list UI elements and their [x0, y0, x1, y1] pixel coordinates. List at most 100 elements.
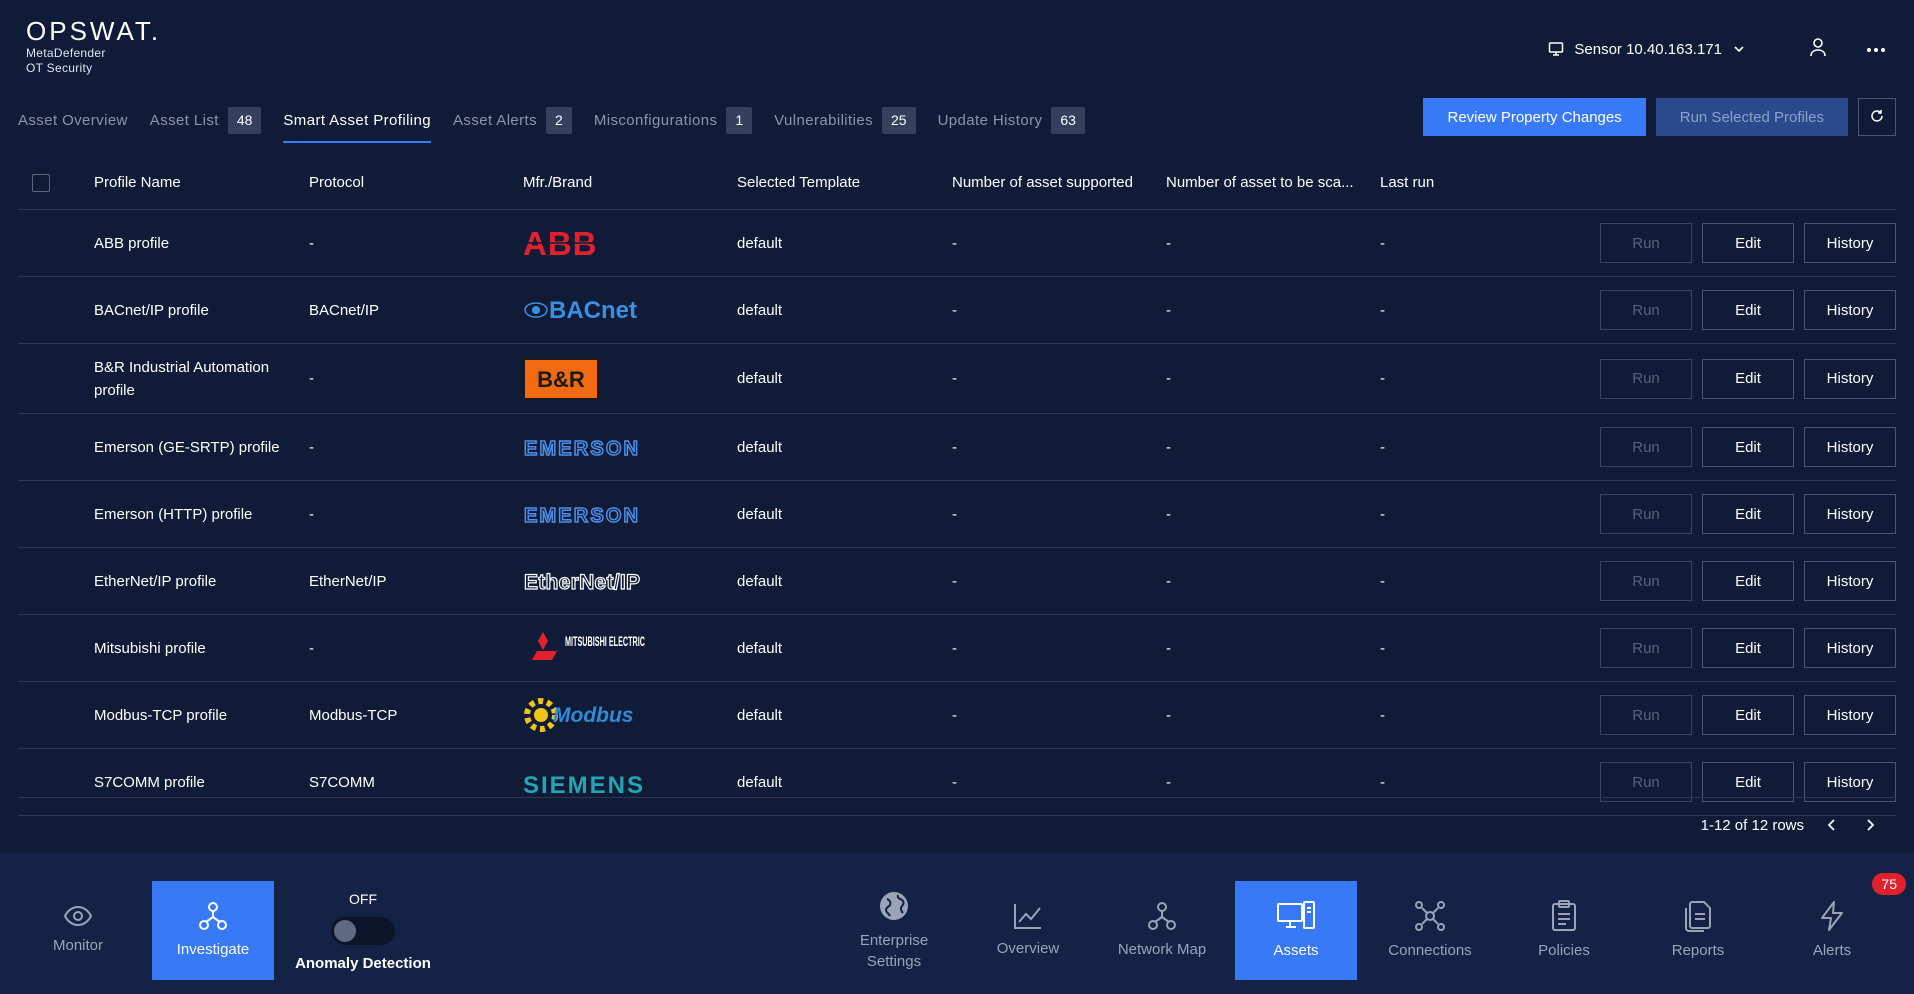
assets-supported-value: -	[952, 438, 957, 456]
row-actions: Run Edit History	[1540, 427, 1896, 467]
last-run-value: -	[1380, 572, 1385, 590]
pagination: 1-12 of 12 rows	[1701, 815, 1880, 835]
alerts-count-badge: 75	[1872, 873, 1906, 895]
run-button: Run	[1600, 628, 1692, 668]
nav-overview[interactable]: Overview	[967, 881, 1089, 980]
nav-monitor[interactable]: Monitor	[17, 881, 139, 980]
logo-wordmark: OPSWAT.	[26, 16, 162, 46]
tab-misconfigurations[interactable]: Misconfigurations 1	[594, 105, 753, 135]
history-button[interactable]: History	[1804, 695, 1896, 735]
tab-asset-list[interactable]: Asset List 48	[150, 105, 262, 135]
last-run-value: -	[1380, 370, 1385, 387]
table-row: ABB profile - ABB default - - - Run Edit…	[18, 210, 1896, 277]
nav-connections[interactable]: Connections	[1369, 881, 1491, 980]
protocol-value: -	[309, 639, 314, 657]
history-button[interactable]: History	[1804, 223, 1896, 263]
run-button: Run	[1600, 290, 1692, 330]
review-property-changes-button[interactable]: Review Property Changes	[1423, 98, 1646, 136]
modbus-logo: Modbus	[523, 693, 737, 737]
brand-cell: Modbus	[523, 693, 737, 737]
protocol-value: S7COMM	[309, 773, 375, 791]
tab-smart-asset-profiling[interactable]: Smart Asset Profiling	[283, 105, 431, 143]
history-button[interactable]: History	[1804, 561, 1896, 601]
table-body[interactable]: ABB profile - ABB default - - - Run Edit…	[18, 210, 1896, 851]
history-button[interactable]: History	[1804, 290, 1896, 330]
nav-label: Reports	[1671, 942, 1725, 959]
next-page-button[interactable]	[1860, 815, 1880, 835]
row-actions: Run Edit History	[1540, 358, 1896, 399]
nav-assets[interactable]: Assets	[1235, 881, 1357, 980]
profile-name: B&R Industrial Automation profile	[94, 358, 270, 399]
sensor-selector[interactable]: Sensor 10.40.163.171	[1548, 41, 1746, 58]
svg-text:EMERSON: EMERSON	[524, 505, 638, 526]
edit-button[interactable]: Edit	[1702, 494, 1794, 534]
last-run-value: -	[1380, 773, 1385, 791]
nav-reports[interactable]: Reports	[1637, 881, 1759, 980]
user-profile-button[interactable]	[1798, 34, 1838, 64]
edit-button[interactable]: Edit	[1702, 427, 1794, 467]
nav-policies[interactable]: Policies	[1503, 881, 1625, 980]
run-selected-profiles-button: Run Selected Profiles	[1655, 98, 1848, 136]
emerson-logo: EMERSON	[523, 492, 737, 536]
svg-text:Modbus: Modbus	[553, 704, 633, 727]
mitsubishi-electric-logo: MITSUBISHI ELECTRIC	[523, 626, 737, 670]
run-button: Run	[1600, 561, 1692, 601]
nav-enterprise-settings[interactable]: Enterprise Settings	[833, 881, 955, 980]
history-button[interactable]: History	[1804, 358, 1896, 399]
monitor-icon	[1548, 41, 1564, 57]
tab-label: Vulnerabilities	[774, 111, 873, 129]
column-header-protocol[interactable]: Protocol	[309, 174, 523, 191]
top-right-controls: Sensor 10.40.163.171	[1548, 34, 1914, 64]
anomaly-detection-toggle[interactable]	[331, 917, 395, 945]
hierarchy-icon	[199, 902, 227, 930]
select-all-cell	[18, 173, 94, 192]
edit-button[interactable]: Edit	[1702, 695, 1794, 735]
tab-update-history[interactable]: Update History 63	[938, 105, 1085, 135]
select-all-checkbox[interactable]	[32, 173, 50, 192]
table-row: EtherNet/IP profile EtherNet/IP EtherNet…	[18, 548, 1896, 615]
opswat-logo[interactable]: OPSWAT. MetaDefender OT Security	[26, 16, 161, 76]
last-run-value: -	[1380, 639, 1385, 657]
edit-button[interactable]: Edit	[1702, 358, 1794, 399]
documents-icon	[1685, 901, 1711, 932]
column-header-template[interactable]: Selected Template	[737, 174, 952, 191]
assets-supported-value: -	[952, 234, 957, 252]
history-button[interactable]: History	[1804, 427, 1896, 467]
tab-asset-alerts[interactable]: Asset Alerts 2	[453, 105, 572, 135]
row-actions: Run Edit History	[1540, 628, 1896, 668]
nav-investigate[interactable]: Investigate	[152, 881, 274, 980]
nav-alerts[interactable]: Alerts	[1771, 881, 1893, 980]
svg-text:B&R: B&R	[537, 367, 585, 392]
edit-button[interactable]: Edit	[1702, 762, 1794, 802]
nav-network-map[interactable]: Network Map	[1101, 881, 1223, 980]
edit-button[interactable]: Edit	[1702, 561, 1794, 601]
tab-asset-overview[interactable]: Asset Overview	[18, 105, 128, 135]
refresh-button[interactable]	[1858, 98, 1896, 136]
column-header-assets-supported[interactable]: Number of asset supported	[952, 174, 1166, 191]
line-chart-icon	[1014, 904, 1041, 929]
row-actions: Run Edit History	[1540, 762, 1896, 802]
column-header-brand[interactable]: Mfr./Brand	[523, 174, 737, 191]
edit-button[interactable]: Edit	[1702, 223, 1794, 263]
history-button[interactable]: History	[1804, 628, 1896, 668]
tab-label: Update History	[937, 111, 1043, 129]
column-header-last-run[interactable]: Last run	[1380, 174, 1540, 191]
history-button[interactable]: History	[1804, 494, 1896, 534]
connections-icon	[1415, 901, 1445, 931]
column-header-assets-to-scan[interactable]: Number of asset to be sca...	[1166, 174, 1380, 191]
column-header-profile-name[interactable]: Profile Name	[94, 174, 309, 191]
assets-supported-value: -	[952, 505, 957, 523]
edit-button[interactable]: Edit	[1702, 628, 1794, 668]
tab-vulnerabilities[interactable]: Vulnerabilities 25	[774, 105, 916, 135]
more-options-button[interactable]	[1856, 34, 1896, 64]
history-button[interactable]: History	[1804, 762, 1896, 802]
clipboard-icon	[1552, 900, 1576, 931]
profile-name: EtherNet/IP profile	[94, 572, 217, 590]
edit-button[interactable]: Edit	[1702, 290, 1794, 330]
svg-text:EMERSON: EMERSON	[524, 438, 638, 459]
brand-cell: MITSUBISHI ELECTRIC	[523, 626, 737, 670]
brand-cell: EMERSON	[523, 425, 737, 469]
assets-supported-value: -	[952, 370, 957, 387]
run-button: Run	[1600, 695, 1692, 735]
previous-page-button[interactable]	[1822, 815, 1842, 835]
